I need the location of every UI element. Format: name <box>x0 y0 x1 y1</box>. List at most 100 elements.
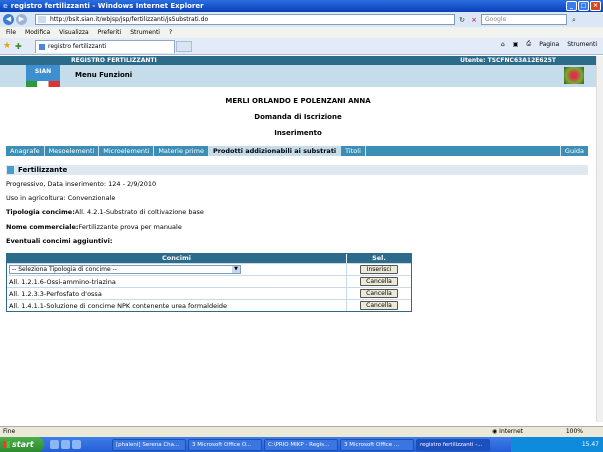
tab-anagrafe[interactable]: Anagrafe <box>6 146 45 156</box>
table-row: All. 1.4.1.1-Soluzione di concime NPK co… <box>7 299 411 311</box>
nome-line: Nome commerciale:Fertilizzante prova per… <box>6 223 182 231</box>
search-icon[interactable]: ⌕ <box>569 15 579 25</box>
taskbar-item[interactable]: registro fertilizzanti -... <box>416 438 490 451</box>
refresh-icon[interactable]: ↻ <box>457 15 467 25</box>
window-titlebar: e registro fertilizzanti - Windows Inter… <box>0 0 603 12</box>
page-mode: Inserimento <box>274 129 322 137</box>
feeds-icon[interactable]: ▣ <box>513 41 519 48</box>
add-favorites-icon[interactable]: ✚ <box>15 42 29 51</box>
nome-label: Nome commerciale: <box>6 223 79 231</box>
page-icon <box>38 16 46 23</box>
url-text: http://bsit.sian.it/wbjsp/jsp/fertilizza… <box>50 16 209 23</box>
chevron-down-icon[interactable]: ▼ <box>232 266 240 273</box>
italian-flag-icon <box>26 81 60 87</box>
status-bar: Fine ◉ Internet 100% <box>0 426 603 437</box>
back-button[interactable]: ◀ <box>3 14 14 25</box>
menu-modifica[interactable]: Modifica <box>25 29 50 36</box>
menu-header: SIAN Menu Funzioni <box>0 65 596 87</box>
progressivo-text: Progressivo, Data inserimento: 124 - 2/9… <box>6 180 157 188</box>
window-title: registro fertilizzanti - Windows Interne… <box>10 2 204 10</box>
security-zone: ◉ Internet <box>492 428 523 435</box>
sian-logo: SIAN <box>26 65 60 87</box>
pagina-menu[interactable]: Pagina <box>539 41 559 48</box>
tab-guida[interactable]: Guida <box>559 146 588 156</box>
favorites-star-icon[interactable]: ★ <box>3 41 15 51</box>
windows-logo-icon <box>3 441 10 448</box>
concime-select[interactable]: -- Seleziona Tipologia di concime -- ▼ <box>9 265 241 274</box>
tab-prodotti-addizionabili[interactable]: Prodotti addizionabili ai substrati <box>208 146 342 156</box>
new-tab-button[interactable] <box>176 40 192 52</box>
tipologia-label: Tipologia concime: <box>6 208 75 216</box>
tipologia-value: All. 4.2.1-Substrato di coltivazione bas… <box>74 208 204 216</box>
windows-taskbar: start [phaleni] Serena Cha... 3 Microsof… <box>0 437 603 452</box>
menu-strumenti[interactable]: Strumenti <box>130 29 160 36</box>
registry-header: REGISTRO FERTILIZZANTI Utente: TSCFNC63A… <box>0 56 596 65</box>
maximize-button[interactable]: □ <box>578 1 589 11</box>
taskbar-item[interactable]: 3 Microsoft Office ... <box>340 438 414 451</box>
company-name: MERLI ORLANDO E POLENZANI ANNA <box>225 97 371 105</box>
row-text: All. 1.4.1.1-Soluzione di concime NPK co… <box>7 300 347 311</box>
cancella-button[interactable]: Cancella <box>360 289 398 298</box>
stop-icon[interactable]: × <box>469 15 479 25</box>
user-label: Utente: TSCFNC63A12E625T <box>460 57 556 64</box>
registry-title: REGISTRO FERTILIZZANTI <box>71 57 157 64</box>
strumenti-menu[interactable]: Strumenti <box>567 41 597 48</box>
table-row: All. 1.2.1.6-Ossi-ammino-triazina Cancel… <box>7 275 411 287</box>
uso-text: Uso in agricoltura: Convenzionale <box>6 194 116 202</box>
system-tray: 15.47 <box>511 437 603 452</box>
tab-bar: ★ ✚ registro fertilizzanti ⌂ ▣ ⎙ Pagina … <box>0 38 603 55</box>
sian-logo-text: SIAN <box>34 68 52 75</box>
col-sel: Sel. <box>372 254 386 262</box>
eventuali-label: Eventuali concimi aggiuntivi: <box>6 237 113 245</box>
menu-help[interactable]: ? <box>169 29 172 36</box>
menu-file[interactable]: File <box>6 29 16 36</box>
tab-label: registro fertilizzanti <box>48 42 107 50</box>
row-text: All. 1.2.1.6-Ossi-ammino-triazina <box>7 276 347 287</box>
menu-funzioni-link[interactable]: Menu Funzioni <box>75 71 132 79</box>
taskbar-item[interactable]: 3 Microsoft Office O... <box>188 438 262 451</box>
menu-bar: File Modifica Visualizza Preferiti Strum… <box>0 27 603 38</box>
forward-button[interactable]: ▶ <box>16 14 27 25</box>
menu-preferiti[interactable]: Preferiti <box>98 29 122 36</box>
concimi-table: Concimi Sel. -- Seleziona Tipologia di c… <box>6 253 412 312</box>
search-input[interactable]: Google <box>481 14 567 25</box>
section-title: Fertilizzante <box>18 166 68 174</box>
select-value: -- Seleziona Tipologia di concime -- <box>12 266 117 273</box>
cancella-button[interactable]: Cancella <box>360 301 398 310</box>
url-input[interactable]: http://bsit.sian.it/wbjsp/jsp/fertilizza… <box>35 14 455 25</box>
tipologia-line: Tipologia concime:All. 4.2.1-Substrato d… <box>6 208 204 216</box>
taskbar-item[interactable]: [phaleni] Serena Cha... <box>112 438 186 451</box>
quick-launch-icon[interactable] <box>61 440 70 449</box>
section-header: Fertilizzante <box>6 165 588 175</box>
menu-visualizza[interactable]: Visualizza <box>59 29 89 36</box>
quick-launch-icon[interactable] <box>72 440 81 449</box>
section-tabs: Anagrafe Mesoelementi Microelementi Mate… <box>6 146 588 156</box>
zoom-level[interactable]: 100% <box>566 427 583 437</box>
tab-microelementi[interactable]: Microelementi <box>99 146 155 156</box>
tab-materie-prime[interactable]: Materie prime <box>154 146 209 156</box>
row-text: All. 1.2.3.3-Perfosfato d'ossa <box>7 288 347 299</box>
clock: 15.47 <box>581 441 599 448</box>
table-header: Concimi Sel. <box>7 254 411 263</box>
eventuali-line: Eventuali concimi aggiuntivi: <box>6 237 112 245</box>
nome-value: Fertilizzante prova per manuale <box>78 223 182 231</box>
vertical-scrollbar[interactable] <box>596 56 603 422</box>
tab-titoli[interactable]: Titoli <box>341 146 366 156</box>
table-row: All. 1.2.3.3-Perfosfato d'ossa Cancella <box>7 287 411 299</box>
tab-mesoelementi[interactable]: Mesoelementi <box>45 146 100 156</box>
cancella-button[interactable]: Cancella <box>360 277 398 286</box>
taskbar-item[interactable]: C:\PRIO MIKP - Regis... <box>264 438 338 451</box>
home-icon[interactable]: ⌂ <box>501 41 505 48</box>
inserisci-button[interactable]: Inserisci <box>360 265 398 274</box>
quick-launch-icon[interactable] <box>50 440 59 449</box>
tab-page-icon <box>39 43 45 50</box>
browser-tab[interactable]: registro fertilizzanti <box>35 39 175 53</box>
status-text: Fine <box>3 428 16 435</box>
table-row-select: -- Seleziona Tipologia di concime -- ▼ I… <box>7 263 411 275</box>
col-concimi: Concimi <box>7 254 347 263</box>
print-icon[interactable]: ⎙ <box>526 40 531 48</box>
minimize-button[interactable]: _ <box>566 1 577 11</box>
close-button[interactable]: × <box>590 1 601 11</box>
address-toolbar: ◀ ▶ http://bsit.sian.it/wbjsp/jsp/fertil… <box>0 12 603 27</box>
start-button[interactable]: start <box>0 437 44 452</box>
